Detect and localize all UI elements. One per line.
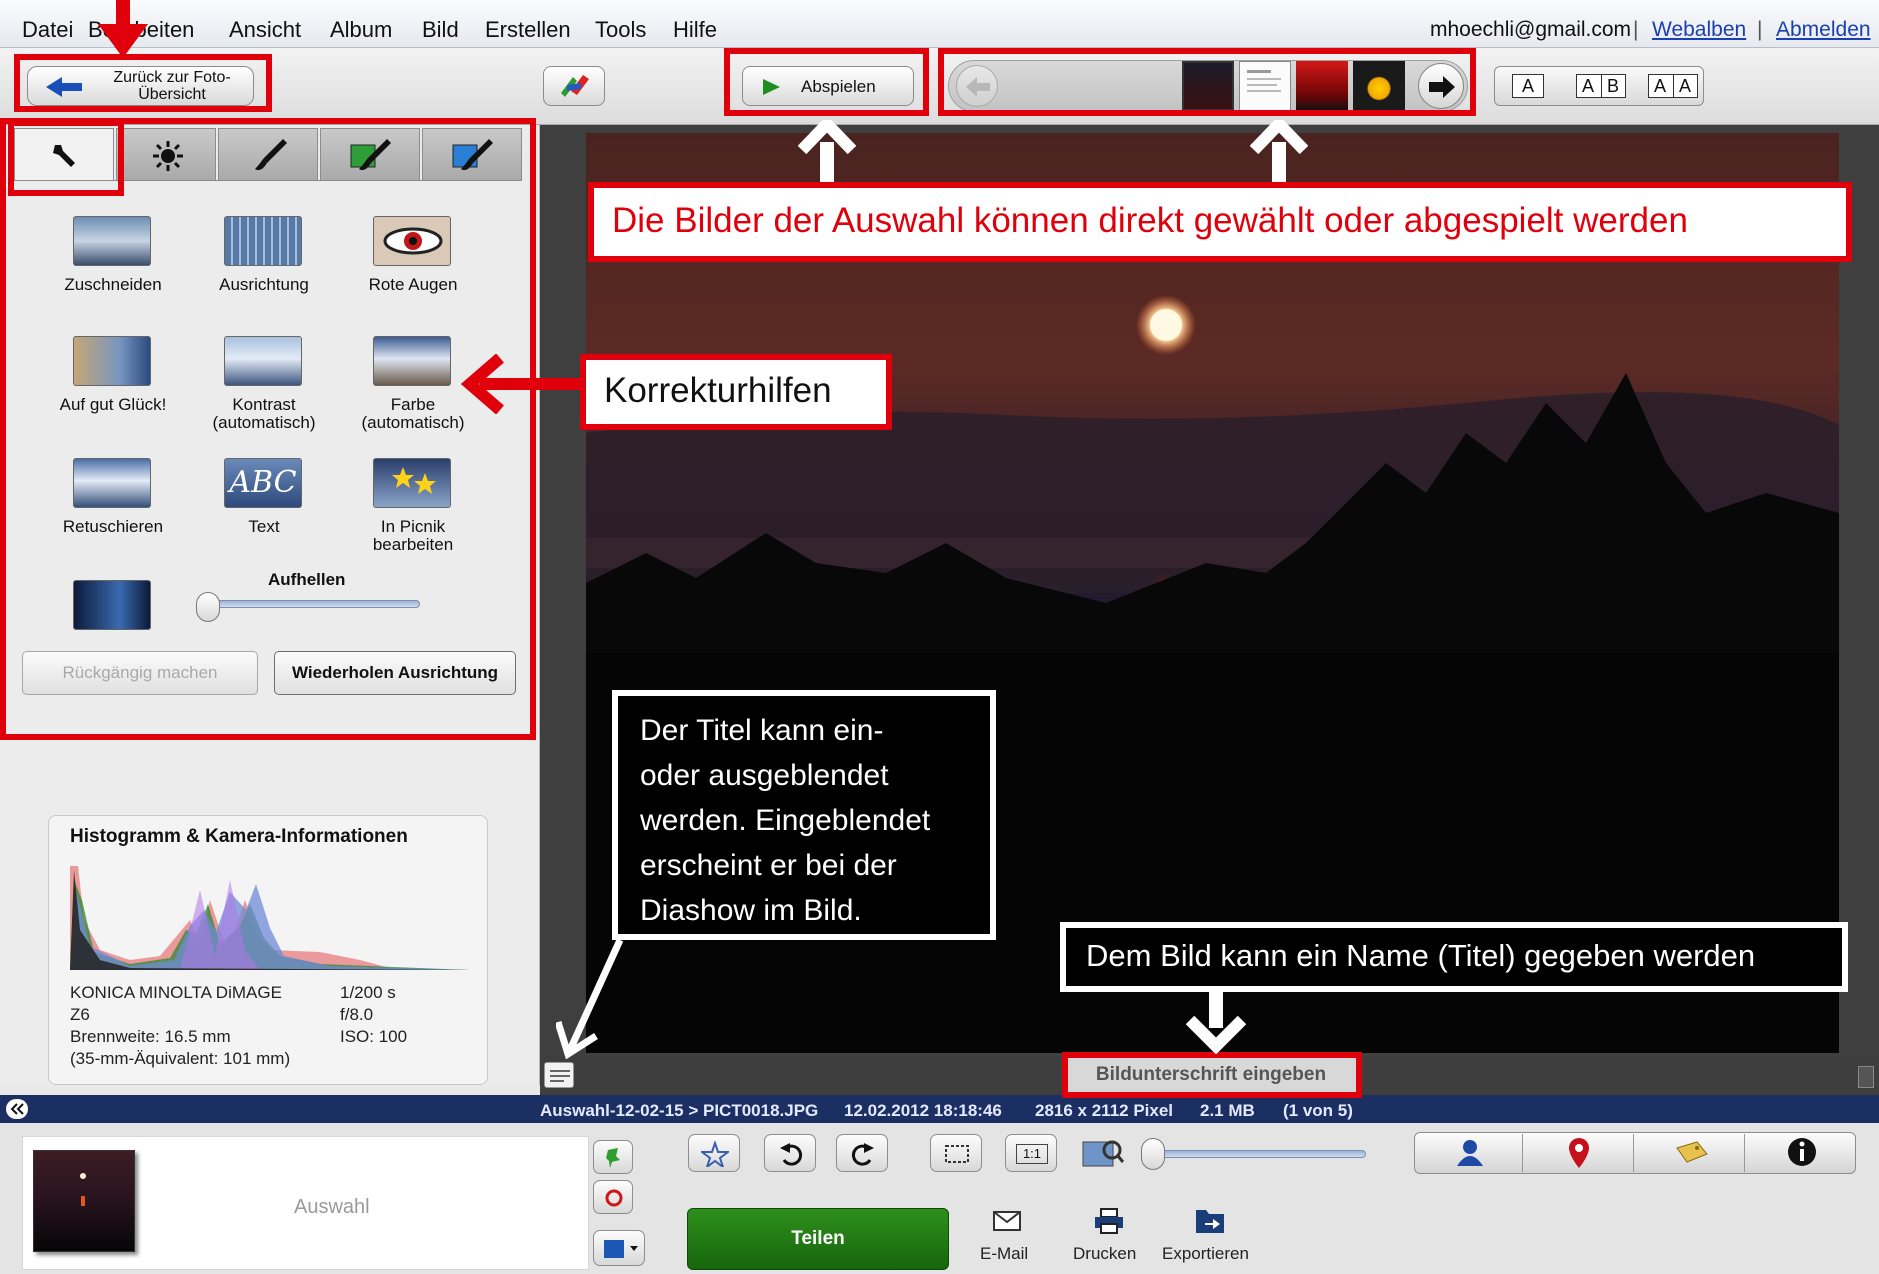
web-albums-link[interactable]: Webalben — [1652, 18, 1746, 42]
selection-label: Auswahl — [294, 1196, 370, 1218]
annotation-filmstrip-box — [938, 48, 1476, 116]
file-datetime: 12.02.2012 18:18:46 — [844, 1101, 1002, 1120]
print-label[interactable]: Drucken — [1073, 1244, 1136, 1264]
annotation-arrow-down-left — [556, 938, 624, 1060]
zoom-slider-track[interactable] — [1148, 1150, 1366, 1158]
paint-tools-icon — [561, 75, 589, 97]
album-icon — [604, 1240, 638, 1258]
camera-model-line2: Z6 — [70, 1005, 90, 1024]
annotation-name-note: Dem Bild kann ein Name (Titel) gegeben w… — [1060, 922, 1848, 992]
annotation-play-box — [724, 48, 929, 116]
export-label[interactable]: Exportieren — [1162, 1244, 1249, 1264]
rotate-right-icon — [852, 1143, 874, 1166]
title-note-line3: werden. Eingeblendet — [640, 804, 931, 837]
annotation-arrow-down — [98, 0, 148, 58]
menu-bar: Datei Bearbeiten Ansicht Album Bild Erst… — [0, 0, 1879, 48]
title-note-line1: Der Titel kann ein- — [640, 714, 884, 747]
menu-album[interactable]: Album — [330, 17, 392, 43]
export-icon[interactable] — [1195, 1206, 1225, 1234]
menu-datei[interactable]: Datei — [22, 17, 73, 43]
file-position: (1 von 5) — [1283, 1101, 1353, 1120]
account-email: mhoechli@gmail.com — [1430, 18, 1632, 41]
annotation-tools-box — [0, 118, 536, 740]
view-duplicate-a2: A — [1679, 76, 1692, 96]
email-label[interactable]: E-Mail — [980, 1244, 1028, 1264]
focal-length: Brennweite: 16.5 mm — [70, 1027, 231, 1046]
title-note-line4: erscheint er bei der — [640, 849, 897, 882]
fit-to-window-button[interactable] — [930, 1134, 982, 1172]
file-size: 2.1 MB — [1200, 1101, 1255, 1120]
clear-selection-button[interactable] — [593, 1180, 633, 1214]
view-duplicate-button[interactable]: A A — [1648, 74, 1698, 98]
pin-button[interactable] — [593, 1140, 633, 1174]
focal-equivalent: (35-mm-Äquivalent: 101 mm) — [70, 1049, 291, 1068]
rotate-left-icon — [780, 1143, 802, 1166]
annotation-correction-note: Korrekturhilfen — [580, 354, 892, 430]
file-dimensions: 2816 x 2112 Pixel — [1035, 1101, 1174, 1120]
camera-model: KONICA MINOLTA DiMAGE — [70, 983, 282, 1002]
rotate-left-button[interactable] — [764, 1134, 816, 1172]
double-chevron-left-icon — [10, 1103, 24, 1115]
fit-icon — [945, 1145, 969, 1163]
zoom-picture-icon — [1082, 1140, 1124, 1167]
menu-bild[interactable]: Bild — [422, 17, 459, 43]
annotation-arrow-left — [460, 354, 590, 414]
menu-erstellen[interactable]: Erstellen — [485, 17, 571, 43]
annotation-arrow-up — [798, 120, 856, 190]
collapse-tray-button[interactable] — [6, 1099, 28, 1119]
caption-icon — [550, 1070, 570, 1082]
shutter-speed: 1/200 s — [340, 983, 396, 1002]
view-duplicate-a1: A — [1654, 76, 1667, 96]
star-icon — [701, 1141, 729, 1167]
toggle-caption-button[interactable] — [544, 1062, 574, 1088]
annotation-tab-box — [8, 120, 124, 196]
title-note-line2: oder ausgeblendet — [640, 759, 889, 792]
map-pin-icon[interactable] — [1566, 1136, 1592, 1170]
view-compare-b: B — [1607, 76, 1620, 96]
star-button[interactable] — [688, 1134, 740, 1172]
annotation-caption-box — [1062, 1052, 1362, 1098]
iso-value: ISO: 100 — [340, 1027, 408, 1046]
zoom-1to1-button[interactable]: 1:1 — [1005, 1134, 1057, 1172]
rotate-right-button[interactable] — [836, 1134, 888, 1172]
menu-tools[interactable]: Tools — [595, 17, 646, 43]
annotation-arrow-up — [1250, 120, 1308, 190]
view-compare-button[interactable]: A B — [1576, 74, 1626, 98]
green-pin-icon — [606, 1148, 620, 1168]
separator: | — [1633, 18, 1639, 41]
menu-hilfe[interactable]: Hilfe — [673, 17, 717, 43]
edit-colors-button[interactable] — [543, 66, 605, 106]
trash-icon[interactable] — [1858, 1066, 1874, 1088]
logout-link[interactable]: Abmelden — [1776, 18, 1871, 42]
annotation-selection-note: Die Bilder der Auswahl können direkt gew… — [588, 182, 1852, 262]
histogram-title: Histogramm & Kamera-Informationen — [70, 826, 408, 847]
album-dropdown-button[interactable] — [593, 1230, 645, 1266]
title-note-line5: Diashow im Bild. — [640, 894, 862, 927]
histogram-graph — [70, 860, 470, 970]
share-button[interactable]: Teilen — [687, 1208, 949, 1270]
red-circle-icon — [605, 1189, 623, 1207]
menu-ansicht[interactable]: Ansicht — [229, 17, 301, 43]
tag-icon[interactable] — [1675, 1140, 1709, 1166]
info-icon[interactable] — [1786, 1136, 1818, 1168]
zoom-slider-handle[interactable] — [1141, 1138, 1165, 1170]
printer-icon[interactable] — [1094, 1208, 1124, 1234]
annotation-arrow-down — [1186, 992, 1246, 1054]
annotation-back-box — [14, 54, 272, 112]
aperture: f/8.0 — [340, 1005, 374, 1024]
view-compare-a: A — [1582, 76, 1595, 96]
file-path: Auswahl-12-02-15 > PICT0018.JPG — [540, 1101, 819, 1120]
annotation-title-note: Der Titel kann ein- oder ausgeblendet we… — [612, 690, 996, 940]
zoom-1to1-label: 1:1 — [1016, 1144, 1048, 1164]
view-single-button[interactable]: A — [1512, 74, 1544, 98]
selection-thumbnail[interactable] — [33, 1150, 135, 1252]
separator: | — [1757, 18, 1763, 41]
email-icon[interactable] — [993, 1210, 1021, 1232]
people-icon[interactable] — [1455, 1138, 1485, 1168]
